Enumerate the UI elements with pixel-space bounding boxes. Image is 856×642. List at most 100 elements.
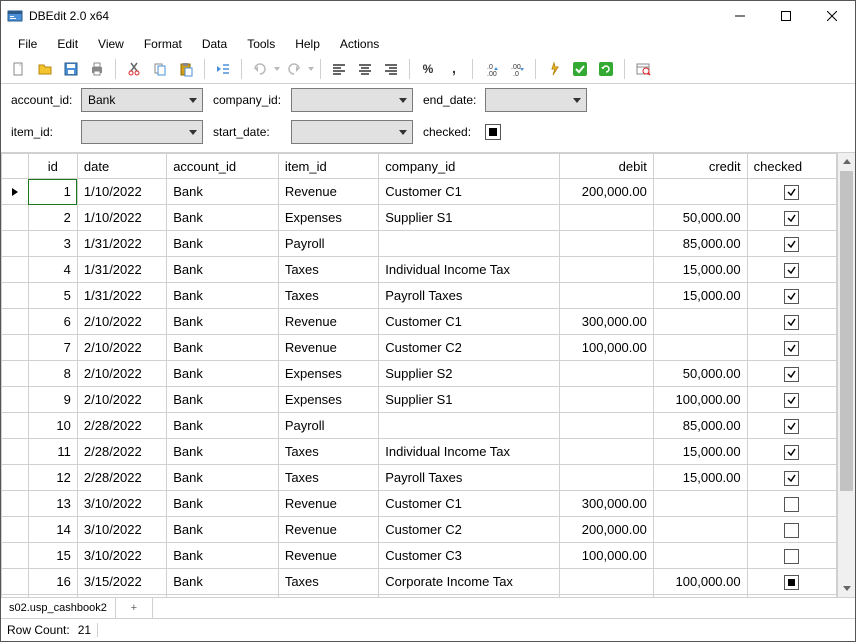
align-right-button[interactable] [379,57,403,81]
row-header[interactable] [2,257,29,283]
cell-checked[interactable] [747,387,836,413]
cell-account-id[interactable]: Bank [167,569,279,595]
cell-account-id[interactable]: Bank [167,543,279,569]
increase-decimal-button[interactable]: .0.00 [479,57,503,81]
cell-debit[interactable] [560,387,654,413]
table-row[interactable]: 92/10/2022BankExpensesSupplier S1100,000… [2,387,837,413]
cell-id[interactable]: 15 [28,543,77,569]
cell-date[interactable]: 2/10/2022 [77,335,166,361]
cell-debit[interactable] [560,439,654,465]
checkbox-checked-icon[interactable] [784,367,799,382]
menu-edit[interactable]: Edit [48,34,87,54]
close-button[interactable] [809,1,855,31]
print-button[interactable] [85,57,109,81]
cell-id[interactable]: 1 [28,179,77,205]
row-header[interactable] [2,179,29,205]
row-header[interactable] [2,465,29,491]
col-item-id[interactable]: item_id [278,154,378,179]
col-checked[interactable]: checked [747,154,836,179]
row-header[interactable] [2,309,29,335]
menu-help[interactable]: Help [286,34,329,54]
row-header[interactable] [2,569,29,595]
cell-debit[interactable] [560,257,654,283]
refresh-button[interactable] [594,57,618,81]
cell-id[interactable]: 10 [28,413,77,439]
vertical-scrollbar[interactable] [837,153,855,597]
cell-checked[interactable] [747,309,836,335]
table-row[interactable]: 82/10/2022BankExpensesSupplier S250,000.… [2,361,837,387]
scroll-up-icon[interactable] [838,153,855,170]
col-id[interactable]: id [28,154,77,179]
cell-checked[interactable] [747,205,836,231]
cell-item-id[interactable]: Payroll [278,413,378,439]
cell-date[interactable]: 2/10/2022 [77,361,166,387]
cell-checked[interactable] [747,283,836,309]
row-header[interactable] [2,413,29,439]
cell-account-id[interactable]: Bank [167,465,279,491]
cell-debit[interactable]: 100,000.00 [560,543,654,569]
cell-debit[interactable] [560,413,654,439]
cell-id[interactable]: 12 [28,465,77,491]
checkbox-checked-icon[interactable] [784,289,799,304]
cell-id[interactable]: 4 [28,257,77,283]
col-account-id[interactable]: account_id [167,154,279,179]
checkbox-checked-icon[interactable] [784,211,799,226]
undo-button[interactable] [248,57,272,81]
cell-account-id[interactable]: Bank [167,413,279,439]
cell-account-id[interactable]: Bank [167,257,279,283]
cell-checked[interactable] [747,335,836,361]
checkbox-indeterminate-icon[interactable] [784,575,799,590]
cell-credit[interactable]: 15,000.00 [653,257,747,283]
cell-credit[interactable]: 85,000.00 [653,231,747,257]
checkbox-checked-icon[interactable] [784,393,799,408]
col-date[interactable]: date [77,154,166,179]
cell-checked[interactable] [747,491,836,517]
scrollbar-thumb[interactable] [840,171,853,491]
cell-company-id[interactable]: Customer C3 [379,543,560,569]
cell-checked[interactable] [747,569,836,595]
add-sheet-button[interactable]: + [116,598,153,618]
cell-account-id[interactable]: Bank [167,595,279,598]
cell-checked[interactable] [747,543,836,569]
cell-id[interactable]: 11 [28,439,77,465]
new-button[interactable] [7,57,31,81]
row-header[interactable] [2,595,29,598]
cell-date[interactable]: 1/10/2022 [77,179,166,205]
cell-account-id[interactable]: Bank [167,387,279,413]
cell-credit[interactable] [653,309,747,335]
cell-company-id[interactable]: Supplier S1 [379,205,560,231]
cell-debit[interactable]: 300,000.00 [560,309,654,335]
cell-date[interactable]: 3/10/2022 [77,543,166,569]
cell-debit[interactable] [560,569,654,595]
cell-date[interactable]: 3/15/2022 [77,569,166,595]
cell-item-id[interactable]: Revenue [278,543,378,569]
cell-account-id[interactable]: Bank [167,361,279,387]
cell-credit[interactable] [653,517,747,543]
filter-startdate-combo[interactable] [291,120,413,144]
cell-date[interactable]: 1/31/2022 [77,257,166,283]
cell-company-id[interactable]: Payroll Taxes [379,465,560,491]
cut-button[interactable] [122,57,146,81]
cell-account-id[interactable]: Bank [167,439,279,465]
cell-account-id[interactable]: Bank [167,283,279,309]
cell-credit[interactable]: 50,000.00 [653,361,747,387]
row-header[interactable] [2,491,29,517]
cell-checked[interactable] [747,413,836,439]
cell-debit[interactable]: 200,000.00 [560,179,654,205]
cell-checked[interactable] [747,517,836,543]
redo-button[interactable] [282,57,306,81]
cell-credit[interactable]: 15,000.00 [653,283,747,309]
cell-company-id[interactable]: Individual Income Tax [379,257,560,283]
cell-debit[interactable] [560,465,654,491]
comma-button[interactable]: , [442,57,466,81]
filter-account-combo[interactable]: Bank [81,88,203,112]
cell-item-id[interactable]: Revenue [278,179,378,205]
col-company-id[interactable]: company_id [379,154,560,179]
cell-id[interactable]: 8 [28,361,77,387]
cell-company-id[interactable]: Customer C1 [379,491,560,517]
cell-checked[interactable] [747,595,836,598]
minimize-button[interactable] [717,1,763,31]
cell-item-id[interactable]: Expenses [278,387,378,413]
cell-company-id[interactable]: Individual Income Tax [379,439,560,465]
cell-item-id[interactable]: Payroll [278,231,378,257]
